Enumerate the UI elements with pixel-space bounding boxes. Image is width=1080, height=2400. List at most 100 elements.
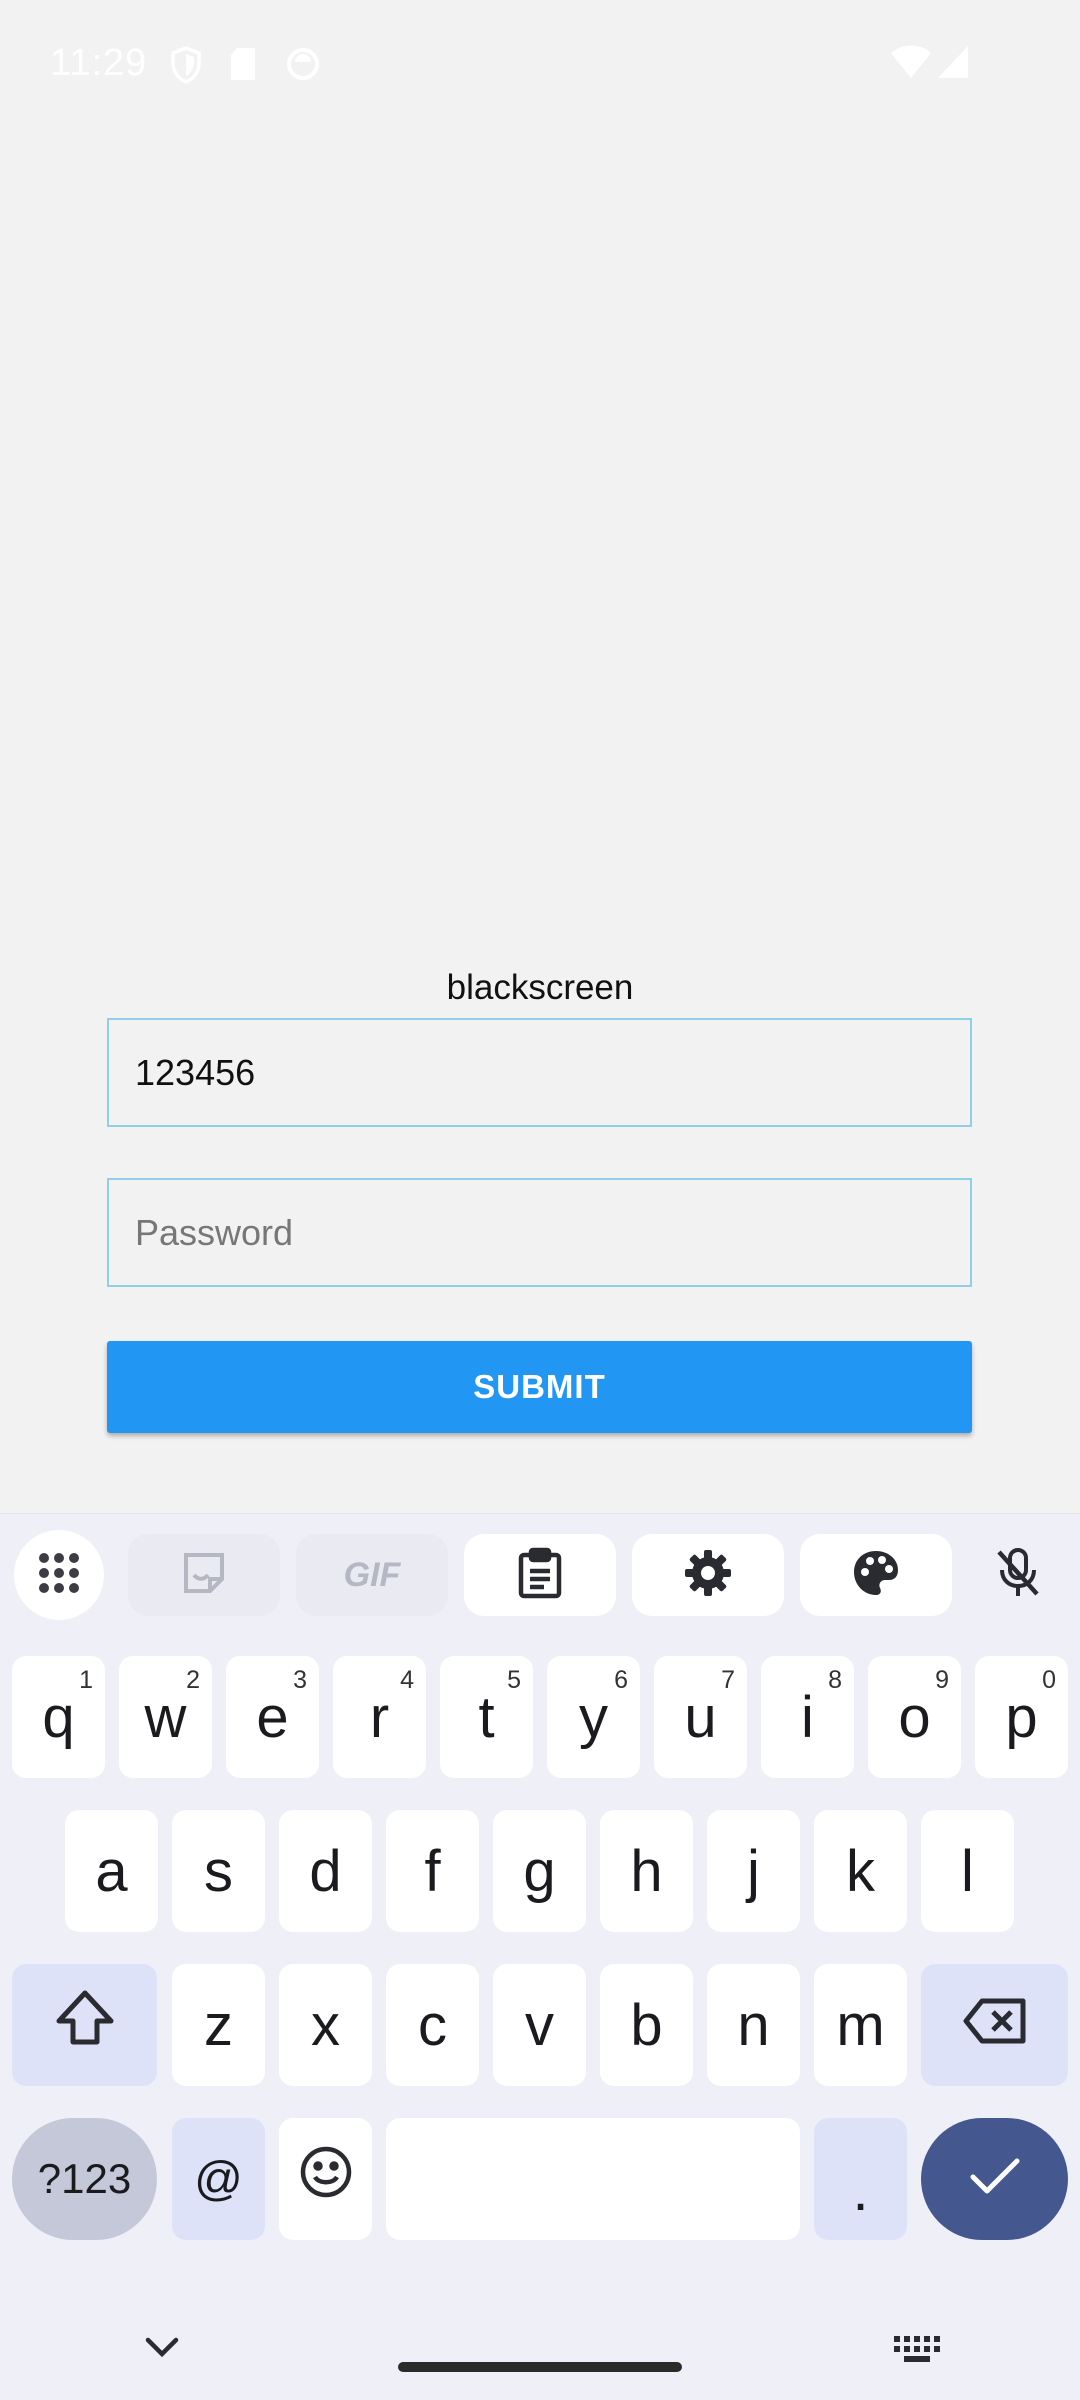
gif-label: GIF bbox=[343, 1555, 401, 1594]
key-k[interactable]: k bbox=[814, 1810, 907, 1932]
key-t[interactable]: t5 bbox=[440, 1656, 533, 1778]
shift-key[interactable] bbox=[12, 1964, 157, 2086]
key-g[interactable]: g bbox=[493, 1810, 586, 1932]
clipboard-button[interactable] bbox=[464, 1534, 616, 1616]
key-label: c bbox=[418, 1992, 447, 2058]
key-hint: 8 bbox=[828, 1666, 842, 1694]
username-field[interactable] bbox=[107, 1018, 972, 1127]
emoji-key[interactable] bbox=[279, 2118, 372, 2240]
key-label: d bbox=[309, 1838, 342, 1904]
key-a[interactable]: a bbox=[65, 1810, 158, 1932]
key-m[interactable]: m bbox=[814, 1964, 907, 2086]
key-r[interactable]: r4 bbox=[333, 1656, 426, 1778]
key-n[interactable]: n bbox=[707, 1964, 800, 2086]
backspace-icon bbox=[962, 1992, 1028, 2059]
key-hint: 5 bbox=[507, 1666, 521, 1694]
key-label: b bbox=[630, 1992, 663, 2058]
key-label: u bbox=[684, 1684, 717, 1750]
key-hint: 2 bbox=[186, 1666, 200, 1694]
key-hint: 7 bbox=[721, 1666, 735, 1694]
key-label: e bbox=[256, 1684, 289, 1750]
theme-button[interactable] bbox=[800, 1534, 952, 1616]
settings-gear-icon bbox=[683, 1548, 733, 1603]
key-label: r bbox=[369, 1684, 390, 1750]
palette-icon bbox=[851, 1548, 901, 1603]
key-hint: 0 bbox=[1042, 1666, 1056, 1694]
username-input[interactable] bbox=[109, 1020, 970, 1125]
sd-card-icon bbox=[228, 46, 258, 87]
voice-input-button[interactable] bbox=[968, 1534, 1068, 1616]
apps-grid-icon bbox=[36, 1550, 82, 1601]
status-bar: 11:29 bbox=[0, 0, 1080, 130]
key-x[interactable]: x bbox=[279, 1964, 372, 2086]
sticker-button[interactable] bbox=[128, 1534, 280, 1616]
key-label: t bbox=[478, 1684, 495, 1750]
symbols-label: ?123 bbox=[37, 2155, 132, 2202]
key-label: q bbox=[42, 1684, 75, 1750]
symbols-key[interactable]: ?123 bbox=[12, 2118, 157, 2240]
key-y[interactable]: y6 bbox=[547, 1656, 640, 1778]
home-gesture-bar[interactable] bbox=[398, 2362, 682, 2372]
key-label: o bbox=[898, 1684, 931, 1750]
shield-icon bbox=[170, 46, 202, 89]
key-l[interactable]: l bbox=[921, 1810, 1014, 1932]
hide-keyboard-chevron-icon[interactable] bbox=[140, 2334, 184, 2365]
soft-keyboard: GIF q1 w2 e3 r4 t5 y6 u7 i 8 o 9 p 0 a s… bbox=[0, 1513, 1080, 2400]
key-label: z bbox=[204, 1992, 233, 2058]
key-label: f bbox=[424, 1838, 441, 1904]
enter-key[interactable] bbox=[921, 2118, 1068, 2240]
at-label: @ bbox=[194, 2152, 243, 2206]
key-label: v bbox=[525, 1992, 554, 2058]
key-v[interactable]: v bbox=[493, 1964, 586, 2086]
wifi-icon bbox=[890, 44, 932, 85]
period-label: . bbox=[852, 2157, 869, 2223]
key-hint: 3 bbox=[293, 1666, 307, 1694]
key-label: m bbox=[836, 1992, 885, 2058]
phone-screen: 11:29 blackscreen SUBMIT bbox=[0, 0, 1080, 2400]
key-h[interactable]: h bbox=[600, 1810, 693, 1932]
key-label: j bbox=[747, 1838, 760, 1904]
key-label: w bbox=[144, 1684, 187, 1750]
key-label: s bbox=[204, 1838, 233, 1904]
key-hint: 1 bbox=[79, 1666, 93, 1694]
key-b[interactable]: b bbox=[600, 1964, 693, 2086]
key-q[interactable]: q1 bbox=[12, 1656, 105, 1778]
apps-grid-button[interactable] bbox=[14, 1530, 104, 1620]
space-bar[interactable] bbox=[386, 2118, 800, 2240]
key-label: a bbox=[95, 1838, 128, 1904]
key-label: i bbox=[801, 1684, 814, 1750]
sticker-icon bbox=[180, 1549, 228, 1602]
key-z[interactable]: z bbox=[172, 1964, 265, 2086]
password-field[interactable] bbox=[107, 1178, 972, 1287]
mic-off-icon bbox=[993, 1546, 1043, 1605]
key-d[interactable]: d bbox=[279, 1810, 372, 1932]
key-hint: 6 bbox=[614, 1666, 628, 1694]
key-u[interactable]: u7 bbox=[654, 1656, 747, 1778]
circle-status-icon bbox=[285, 46, 321, 87]
shift-icon bbox=[54, 1989, 116, 2061]
key-o[interactable]: o9 bbox=[868, 1656, 961, 1778]
backspace-key[interactable] bbox=[921, 1964, 1068, 2086]
key-i[interactable]: i8 bbox=[761, 1656, 854, 1778]
at-key[interactable]: @ bbox=[172, 2118, 265, 2240]
key-label: l bbox=[961, 1838, 974, 1904]
key-p[interactable]: p0 bbox=[975, 1656, 1068, 1778]
submit-button[interactable]: SUBMIT bbox=[107, 1341, 972, 1433]
app-title: blackscreen bbox=[446, 968, 634, 1007]
key-f[interactable]: f bbox=[386, 1810, 479, 1932]
key-j[interactable]: j bbox=[707, 1810, 800, 1932]
key-label: x bbox=[311, 1992, 340, 2058]
period-key[interactable]: . bbox=[814, 2118, 907, 2240]
emoji-icon bbox=[299, 2145, 353, 2213]
key-s[interactable]: s bbox=[172, 1810, 265, 1932]
key-label: h bbox=[630, 1838, 663, 1904]
key-w[interactable]: w2 bbox=[119, 1656, 212, 1778]
key-c[interactable]: c bbox=[386, 1964, 479, 2086]
key-label: k bbox=[846, 1838, 875, 1904]
gif-button[interactable]: GIF bbox=[296, 1534, 448, 1616]
settings-button[interactable] bbox=[632, 1534, 784, 1616]
keyboard-switcher-icon[interactable] bbox=[892, 2334, 944, 2373]
password-input[interactable] bbox=[109, 1180, 970, 1285]
key-e[interactable]: e3 bbox=[226, 1656, 319, 1778]
cellular-signal-icon bbox=[936, 44, 970, 85]
